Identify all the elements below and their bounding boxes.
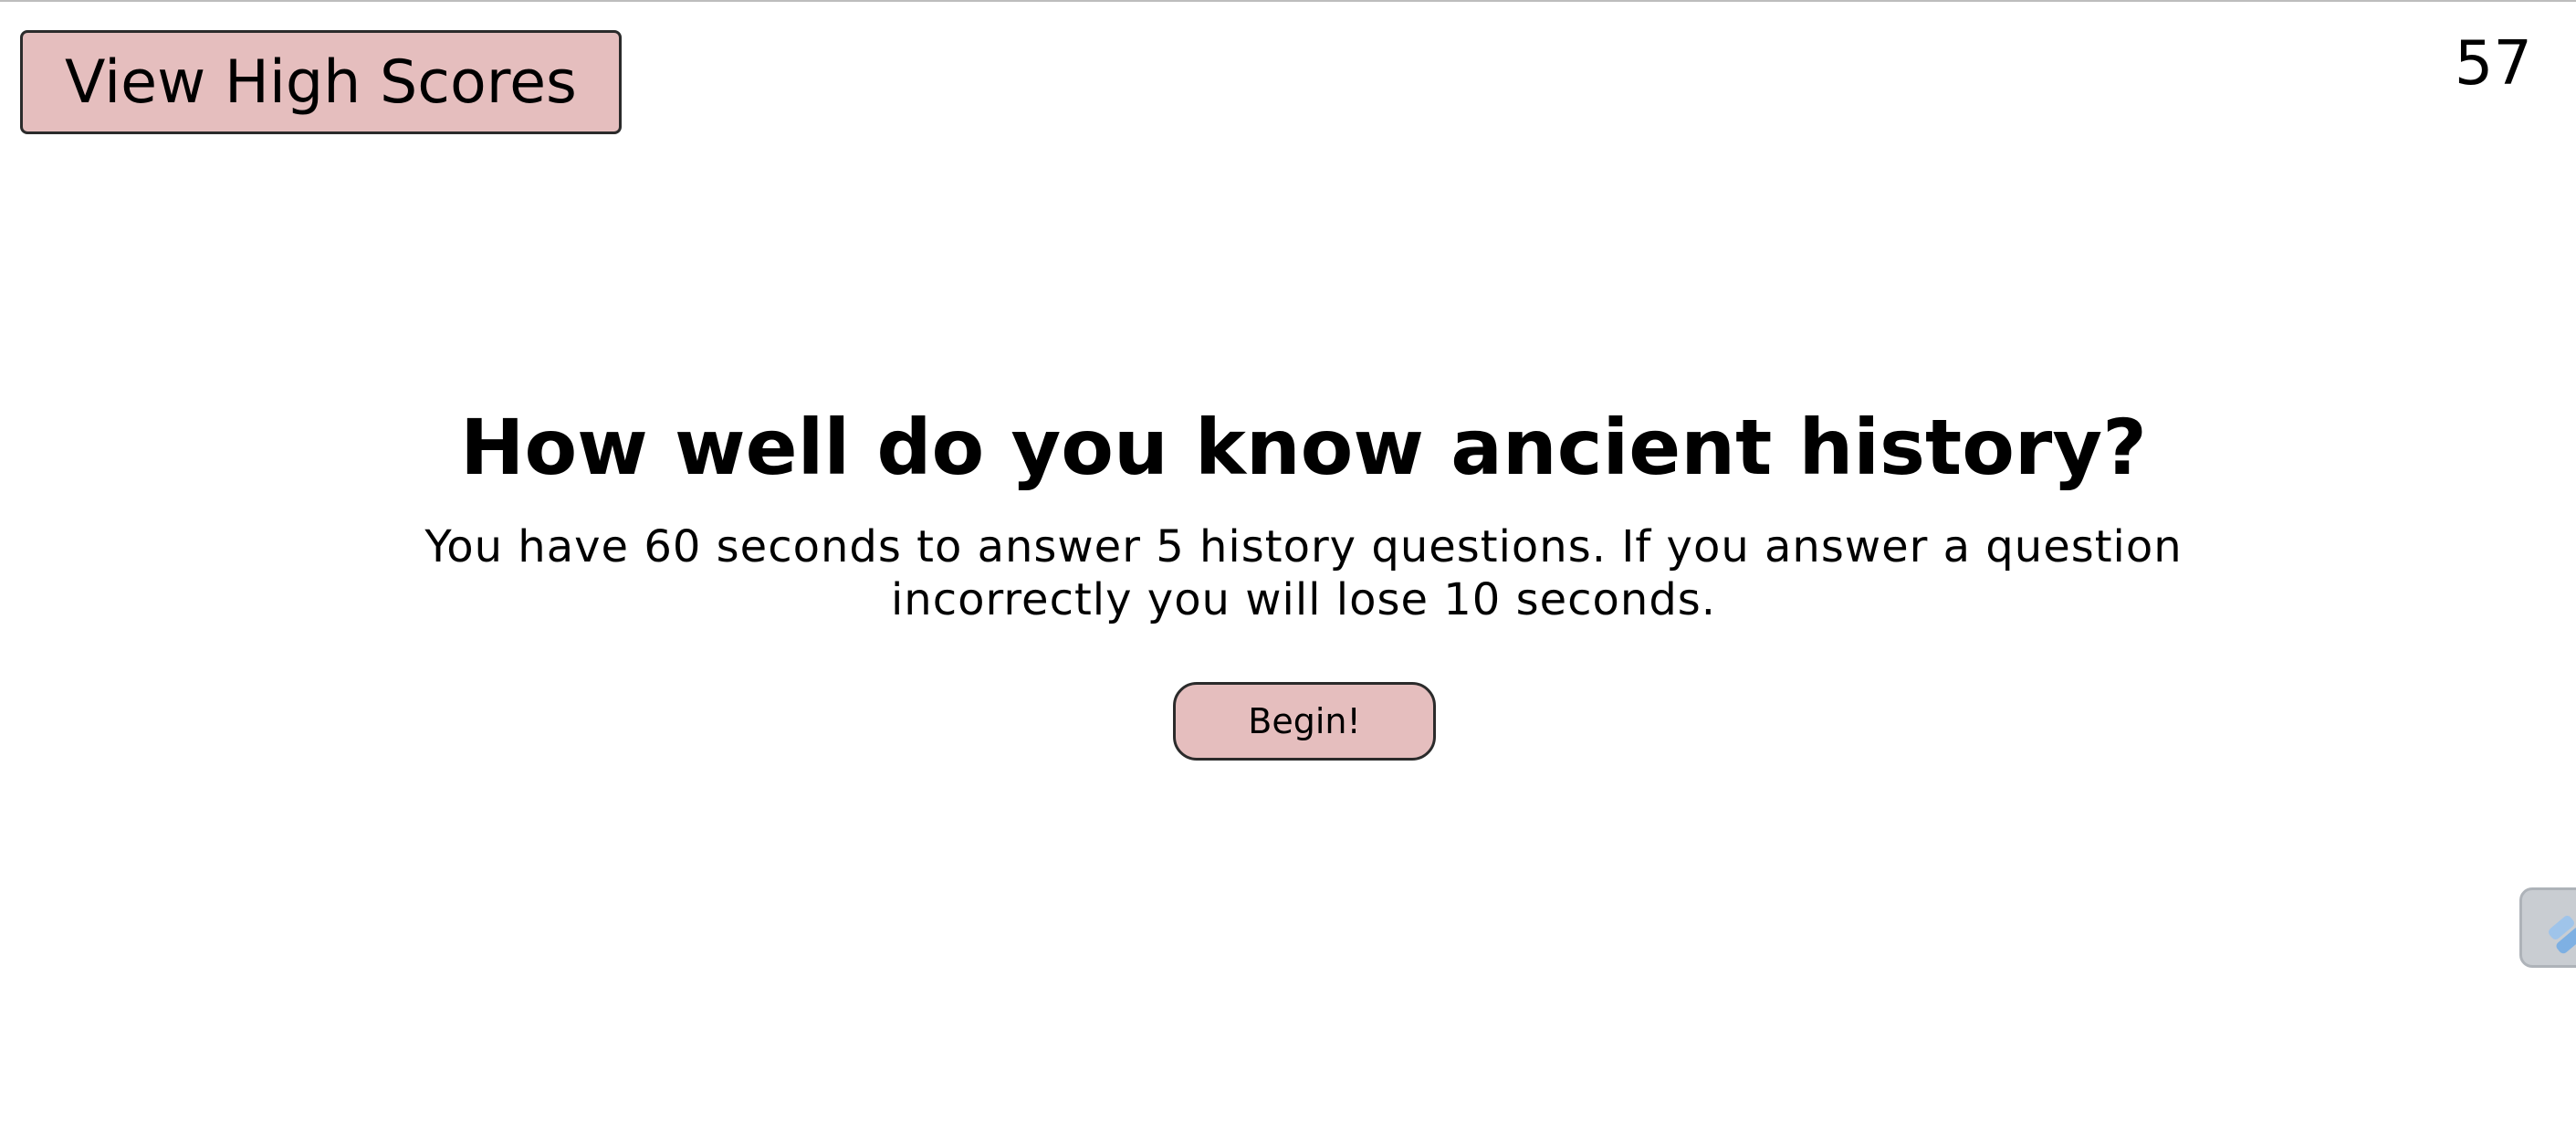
instructions-text: You have 60 seconds to answer 5 history … [424, 521, 2183, 625]
begin-button[interactable]: Begin! [1173, 682, 1436, 761]
view-high-scores-button[interactable]: View High Scores [20, 30, 622, 134]
countdown-timer: 57 [2454, 27, 2532, 99]
extension-tab[interactable] [2519, 887, 2576, 968]
intro-section: How well do you know ancient history? Yo… [0, 402, 2576, 626]
page-title: How well do you know ancient history? [460, 403, 2147, 492]
top-divider [0, 0, 2576, 2]
